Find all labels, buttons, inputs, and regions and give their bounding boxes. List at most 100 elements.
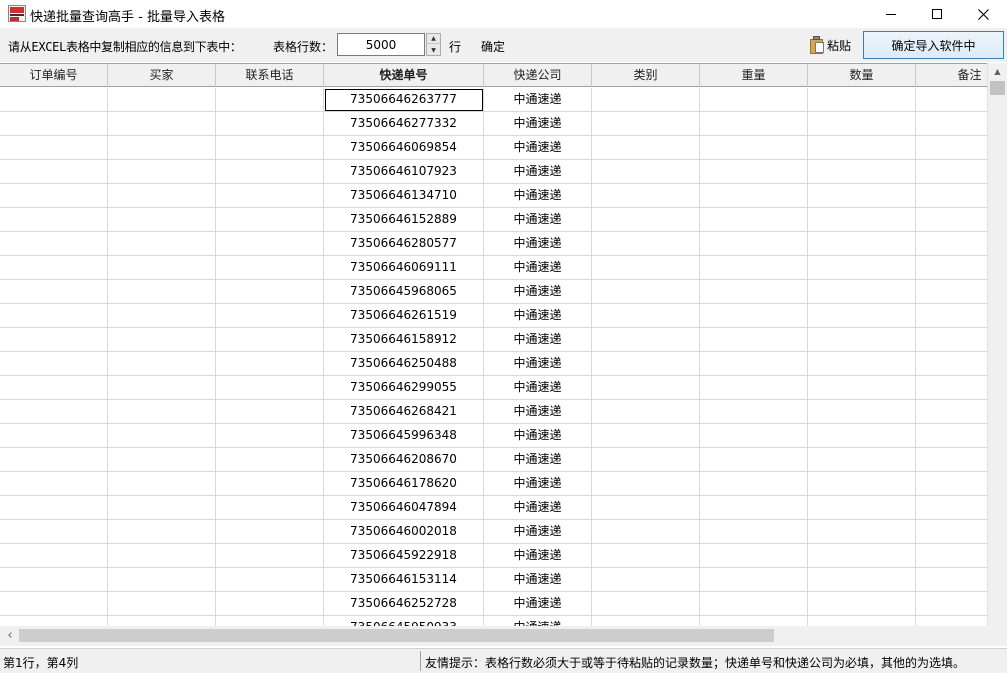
cell-phone[interactable] xyxy=(216,568,324,592)
column-header-quantity[interactable]: 数量 xyxy=(808,64,916,87)
cell-phone[interactable] xyxy=(216,160,324,184)
cell-order-no[interactable] xyxy=(0,496,108,520)
cell-tracking-no[interactable]: 73506646134710 xyxy=(324,184,484,208)
cell-order-no[interactable] xyxy=(0,160,108,184)
cell-quantity[interactable] xyxy=(808,496,916,520)
cell-weight[interactable] xyxy=(700,208,808,232)
maximize-button[interactable] xyxy=(914,0,960,28)
cell-remark[interactable] xyxy=(916,376,987,400)
cell-tracking-no[interactable]: 73506646178620 xyxy=(324,472,484,496)
cell-phone[interactable] xyxy=(216,328,324,352)
spin-down-button[interactable]: ▼ xyxy=(427,45,440,55)
cell-tracking-no[interactable]: 73506646152889 xyxy=(324,208,484,232)
table-row[interactable]: 73506646208670 中通速递 xyxy=(0,448,987,472)
cell-remark[interactable] xyxy=(916,328,987,352)
cell-quantity[interactable] xyxy=(808,184,916,208)
spin-up-button[interactable]: ▲ xyxy=(427,34,440,44)
cell-tracking-no[interactable]: 73506646252728 xyxy=(324,592,484,616)
cell-buyer[interactable] xyxy=(108,376,216,400)
cell-remark[interactable] xyxy=(916,304,987,328)
cell-buyer[interactable] xyxy=(108,592,216,616)
cell-category[interactable] xyxy=(592,616,700,626)
cell-courier[interactable]: 中通速递 xyxy=(484,232,592,256)
cell-courier[interactable]: 中通速递 xyxy=(484,208,592,232)
cell-buyer[interactable] xyxy=(108,544,216,568)
cell-tracking-no[interactable]: 73506646158912 xyxy=(324,328,484,352)
cell-order-no[interactable] xyxy=(0,352,108,376)
table-row[interactable]: 73506646158912 中通速递 xyxy=(0,328,987,352)
cell-category[interactable] xyxy=(592,496,700,520)
cell-phone[interactable] xyxy=(216,304,324,328)
cell-tracking-no[interactable]: 73506645950933 xyxy=(324,616,484,626)
cell-remark[interactable] xyxy=(916,88,987,112)
cell-category[interactable] xyxy=(592,232,700,256)
cell-quantity[interactable] xyxy=(808,112,916,136)
cell-buyer[interactable] xyxy=(108,568,216,592)
rows-count-input[interactable] xyxy=(337,33,425,56)
cell-phone[interactable] xyxy=(216,208,324,232)
column-header-buyer[interactable]: 买家 xyxy=(108,64,216,87)
cell-remark[interactable] xyxy=(916,280,987,304)
cell-weight[interactable] xyxy=(700,376,808,400)
cell-phone[interactable] xyxy=(216,352,324,376)
cell-order-no[interactable] xyxy=(0,256,108,280)
cell-phone[interactable] xyxy=(216,136,324,160)
cell-courier[interactable]: 中通速递 xyxy=(484,472,592,496)
cell-courier[interactable]: 中通速递 xyxy=(484,304,592,328)
cell-quantity[interactable] xyxy=(808,424,916,448)
cell-tracking-no[interactable]: 73506646153114 xyxy=(324,568,484,592)
cell-weight[interactable] xyxy=(700,472,808,496)
cell-courier[interactable]: 中通速递 xyxy=(484,256,592,280)
table-row[interactable]: 73506646069854 中通速递 xyxy=(0,136,987,160)
table-row[interactable]: 73506646268421 中通速递 xyxy=(0,400,987,424)
cell-phone[interactable] xyxy=(216,496,324,520)
cell-courier[interactable]: 中通速递 xyxy=(484,112,592,136)
cell-tracking-no[interactable]: 73506646299055 xyxy=(324,376,484,400)
cell-category[interactable] xyxy=(592,376,700,400)
cell-weight[interactable] xyxy=(700,400,808,424)
cell-quantity[interactable] xyxy=(808,328,916,352)
cell-remark[interactable] xyxy=(916,184,987,208)
cell-phone[interactable] xyxy=(216,88,324,112)
cell-category[interactable] xyxy=(592,592,700,616)
cell-tracking-no[interactable]: 73506645968065 xyxy=(324,280,484,304)
cell-category[interactable] xyxy=(592,544,700,568)
cell-courier[interactable]: 中通速递 xyxy=(484,544,592,568)
cell-quantity[interactable] xyxy=(808,592,916,616)
column-header-tracking-no[interactable]: 快递单号 xyxy=(324,64,484,87)
scroll-up-button[interactable]: ▲ xyxy=(988,63,1007,80)
cell-weight[interactable] xyxy=(700,496,808,520)
cell-order-no[interactable] xyxy=(0,232,108,256)
cell-remark[interactable] xyxy=(916,232,987,256)
cell-courier[interactable]: 中通速递 xyxy=(484,616,592,626)
column-header-courier[interactable]: 快递公司 xyxy=(484,64,592,87)
cell-weight[interactable] xyxy=(700,136,808,160)
cell-courier[interactable]: 中通速递 xyxy=(484,520,592,544)
table-row[interactable]: 73506646263777 中通速递 xyxy=(0,88,987,112)
cell-courier[interactable]: 中通速递 xyxy=(484,448,592,472)
cell-category[interactable] xyxy=(592,208,700,232)
table-row[interactable]: 73506645996348 中通速递 xyxy=(0,424,987,448)
cell-tracking-no[interactable]: 73506646208670 xyxy=(324,448,484,472)
cell-quantity[interactable] xyxy=(808,136,916,160)
cell-tracking-no[interactable]: 73506646069111 xyxy=(324,256,484,280)
cell-phone[interactable] xyxy=(216,520,324,544)
cell-tracking-no[interactable]: 73506646250488 xyxy=(324,352,484,376)
cell-buyer[interactable] xyxy=(108,400,216,424)
scroll-left-button[interactable]: ‹ xyxy=(2,627,18,644)
cell-buyer[interactable] xyxy=(108,424,216,448)
cell-remark[interactable] xyxy=(916,256,987,280)
rows-spinner[interactable]: ▲ ▼ xyxy=(426,33,441,56)
table-row[interactable]: 73506646134710 中通速递 xyxy=(0,184,987,208)
cell-courier[interactable]: 中通速递 xyxy=(484,376,592,400)
cell-category[interactable] xyxy=(592,448,700,472)
cell-category[interactable] xyxy=(592,88,700,112)
cell-quantity[interactable] xyxy=(808,544,916,568)
cell-remark[interactable] xyxy=(916,448,987,472)
table-row[interactable]: 73506646250488 中通速递 xyxy=(0,352,987,376)
cell-phone[interactable] xyxy=(216,256,324,280)
table-row[interactable]: 73506645922918 中通速递 xyxy=(0,544,987,568)
cell-weight[interactable] xyxy=(700,232,808,256)
column-header-order-no[interactable]: 订单编号 xyxy=(0,64,108,87)
table-row[interactable]: 73506646047894 中通速递 xyxy=(0,496,987,520)
